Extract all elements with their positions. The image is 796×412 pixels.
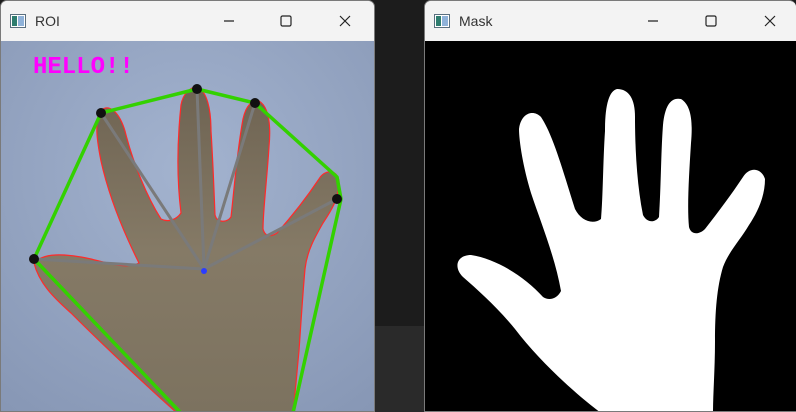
roi-window: ROI HELLO!! bbox=[0, 0, 375, 412]
maximize-icon bbox=[280, 15, 292, 27]
roi-window-title: ROI bbox=[35, 13, 60, 29]
close-icon bbox=[764, 15, 776, 27]
roi-close-button[interactable] bbox=[316, 1, 374, 41]
mask-window: Mask bbox=[424, 0, 796, 412]
close-icon bbox=[339, 15, 351, 27]
mask-image bbox=[425, 41, 796, 411]
app-icon bbox=[10, 14, 26, 28]
app-icon bbox=[434, 14, 450, 28]
mask-titlebar[interactable]: Mask bbox=[425, 1, 796, 41]
mask-canvas bbox=[425, 41, 796, 411]
mask-maximize-button[interactable] bbox=[682, 1, 740, 41]
maximize-icon bbox=[705, 15, 717, 27]
minimize-icon bbox=[648, 20, 658, 22]
roi-minimize-button[interactable] bbox=[200, 1, 258, 41]
roi-canvas: HELLO!! bbox=[1, 41, 374, 411]
mask-close-button[interactable] bbox=[741, 1, 796, 41]
roi-maximize-button[interactable] bbox=[257, 1, 315, 41]
minimize-icon bbox=[224, 20, 234, 22]
roi-image: HELLO!! bbox=[1, 41, 374, 411]
roi-titlebar[interactable]: ROI bbox=[1, 1, 374, 41]
mask-window-title: Mask bbox=[459, 13, 493, 29]
gesture-label: HELLO!! bbox=[33, 54, 134, 81]
mask-minimize-button[interactable] bbox=[624, 1, 682, 41]
centroid-point bbox=[201, 268, 207, 274]
